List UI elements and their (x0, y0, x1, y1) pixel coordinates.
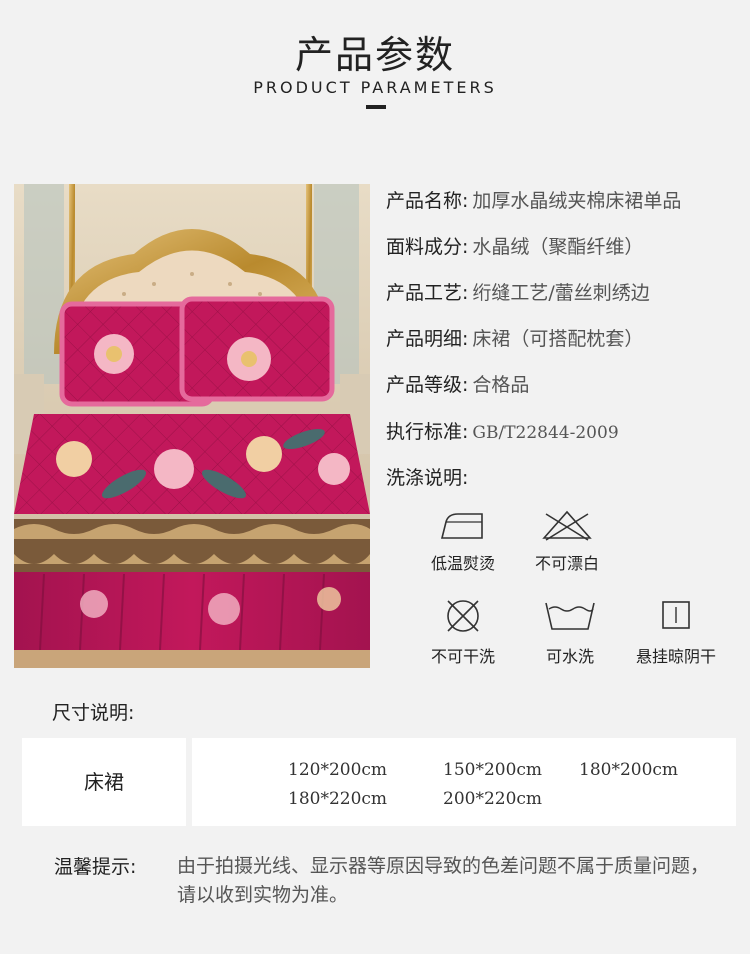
page-subtitle: PRODUCT PARAMETERS (253, 78, 497, 97)
iron-low-icon (440, 513, 483, 539)
size-value: 120*200cm (288, 760, 388, 780)
notice-text: 由于拍摄光线、显示器等原因导致的色差问题不属于质量问题，请以收到实物为准。 (177, 855, 710, 906)
no-dry-clean-icon (447, 600, 479, 632)
size-value: 180*220cm (288, 789, 388, 809)
notice-label: 温馨提示: (54, 856, 137, 878)
size-heading: 尺寸说明: (52, 702, 135, 724)
param-material: 面料成分: 水晶绒（聚酯纤维） (386, 236, 644, 258)
size-value: 150*200cm (443, 760, 543, 780)
param-grade: 产品等级: 合格品 (386, 374, 530, 396)
page-title: 产品参数 (294, 33, 455, 77)
param-detail: 产品明细: 床裙（可搭配枕套） (386, 328, 644, 350)
title-divider (366, 105, 386, 109)
care-iron: 低温熨烫 (413, 508, 513, 574)
care-line-dry: 悬挂晾阴干 (626, 597, 726, 667)
size-table: 床裙 120*200cm 150*200cm 180*200cm 180*220… (22, 738, 736, 826)
size-values: 120*200cm 150*200cm 180*200cm 180*220cm … (192, 738, 736, 826)
no-bleach-icon (542, 510, 592, 541)
line-dry-shade-icon (662, 601, 690, 629)
hand-wash-icon (545, 602, 595, 630)
param-washing: 洗涤说明: (386, 467, 469, 489)
size-value: 180*200cm (579, 760, 679, 780)
care-no-dry-clean: 不可干洗 (413, 597, 513, 667)
size-value: 200*220cm (443, 789, 543, 809)
param-standard: 执行标准: GB/T22844-2009 (386, 421, 619, 443)
bed-skirt-illustration (14, 184, 370, 668)
param-craft: 产品工艺: 绗缝工艺/蕾丝刺绣边 (386, 282, 650, 304)
care-no-bleach: 不可漂白 (517, 508, 617, 574)
size-item-label: 床裙 (22, 738, 186, 826)
param-name: 产品名称: 加厚水晶绒夹棉床裙单品 (386, 190, 682, 212)
product-photo (14, 184, 370, 668)
care-hand-wash: 可水洗 (520, 597, 620, 667)
